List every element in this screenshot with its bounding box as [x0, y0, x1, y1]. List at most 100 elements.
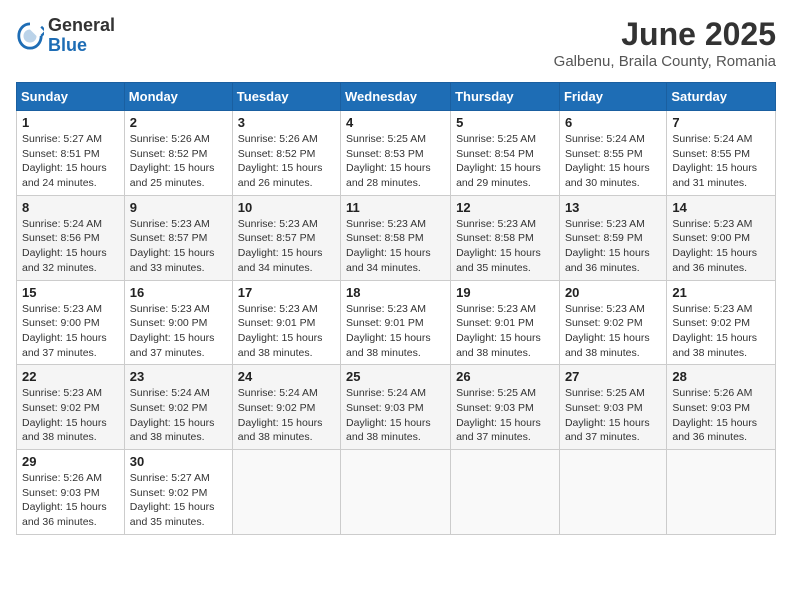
table-cell: 2 Sunrise: 5:26 AM Sunset: 8:52 PM Daylig… [124, 111, 232, 196]
day-info: Sunrise: 5:24 AM Sunset: 9:02 PM Dayligh… [238, 386, 335, 445]
table-cell [451, 450, 560, 535]
day-info: Sunrise: 5:23 AM Sunset: 9:01 PM Dayligh… [456, 302, 554, 361]
page-header: General Blue June 2025 Galbenu, Braila C… [16, 16, 776, 70]
col-sunday: Sunday [17, 83, 125, 111]
table-cell [559, 450, 666, 535]
table-cell: 7Sunrise: 5:24 AM Sunset: 8:55 PM Daylig… [667, 111, 776, 196]
day-number: 19 [456, 285, 554, 300]
table-cell [341, 450, 451, 535]
day-number: 18 [346, 285, 445, 300]
table-cell: 22Sunrise: 5:23 AM Sunset: 9:02 PM Dayli… [17, 365, 125, 450]
day-info: Sunrise: 5:27 AM Sunset: 8:51 PM Dayligh… [22, 132, 119, 191]
table-cell: 4 Sunrise: 5:25 AM Sunset: 8:53 PM Daylig… [341, 111, 451, 196]
col-friday: Friday [559, 83, 666, 111]
day-number: 17 [238, 285, 335, 300]
table-cell: 18 Sunrise: 5:23 AM Sunset: 9:01 PM Dayli… [341, 280, 451, 365]
day-info: Sunrise: 5:23 AM Sunset: 9:02 PM Dayligh… [565, 302, 661, 361]
table-cell: 15 Sunrise: 5:23 AM Sunset: 9:00 PM Dayli… [17, 280, 125, 365]
day-info: Sunrise: 5:23 AM Sunset: 9:01 PM Dayligh… [238, 302, 335, 361]
day-info: Sunrise: 5:24 AM Sunset: 8:55 PM Dayligh… [565, 132, 661, 191]
day-number: 30 [130, 454, 227, 469]
col-saturday: Saturday [667, 83, 776, 111]
table-cell: 17 Sunrise: 5:23 AM Sunset: 9:01 PM Dayli… [232, 280, 340, 365]
table-cell: 1Sunrise: 5:27 AM Sunset: 8:51 PM Daylig… [17, 111, 125, 196]
table-cell: 24 Sunrise: 5:24 AM Sunset: 9:02 PM Dayli… [232, 365, 340, 450]
col-monday: Monday [124, 83, 232, 111]
day-info: Sunrise: 5:23 AM Sunset: 9:00 PM Dayligh… [130, 302, 227, 361]
day-info: Sunrise: 5:23 AM Sunset: 8:57 PM Dayligh… [238, 217, 335, 276]
day-number: 25 [346, 369, 445, 384]
day-info: Sunrise: 5:25 AM Sunset: 9:03 PM Dayligh… [565, 386, 661, 445]
day-number: 28 [672, 369, 770, 384]
table-cell: 19 Sunrise: 5:23 AM Sunset: 9:01 PM Dayli… [451, 280, 560, 365]
day-info: Sunrise: 5:23 AM Sunset: 9:01 PM Dayligh… [346, 302, 445, 361]
day-number: 10 [238, 200, 335, 215]
table-cell: 3 Sunrise: 5:26 AM Sunset: 8:52 PM Daylig… [232, 111, 340, 196]
table-cell: 12 Sunrise: 5:23 AM Sunset: 8:58 PM Dayli… [451, 195, 560, 280]
table-cell: 23Sunrise: 5:24 AM Sunset: 9:02 PM Dayli… [124, 365, 232, 450]
col-tuesday: Tuesday [232, 83, 340, 111]
day-number: 15 [22, 285, 119, 300]
logo-general-text: General [48, 16, 115, 36]
table-cell: 29 Sunrise: 5:26 AM Sunset: 9:03 PM Dayli… [17, 450, 125, 535]
day-number: 5 [456, 115, 554, 130]
day-number: 3 [238, 115, 335, 130]
calendar-week-4: 22Sunrise: 5:23 AM Sunset: 9:02 PM Dayli… [17, 365, 776, 450]
table-cell [667, 450, 776, 535]
day-info: Sunrise: 5:24 AM Sunset: 8:55 PM Dayligh… [672, 132, 770, 191]
day-info: Sunrise: 5:23 AM Sunset: 8:58 PM Dayligh… [456, 217, 554, 276]
day-number: 24 [238, 369, 335, 384]
day-info: Sunrise: 5:25 AM Sunset: 8:54 PM Dayligh… [456, 132, 554, 191]
calendar-week-1: 1Sunrise: 5:27 AM Sunset: 8:51 PM Daylig… [17, 111, 776, 196]
day-number: 9 [130, 200, 227, 215]
day-number: 2 [130, 115, 227, 130]
table-cell: 28 Sunrise: 5:26 AM Sunset: 9:03 PM Dayli… [667, 365, 776, 450]
day-number: 29 [22, 454, 119, 469]
day-info: Sunrise: 5:26 AM Sunset: 8:52 PM Dayligh… [238, 132, 335, 191]
day-number: 23 [130, 369, 227, 384]
day-number: 11 [346, 200, 445, 215]
table-cell: 21 Sunrise: 5:23 AM Sunset: 9:02 PM Dayli… [667, 280, 776, 365]
day-info: Sunrise: 5:25 AM Sunset: 8:53 PM Dayligh… [346, 132, 445, 191]
month-title: June 2025 [554, 16, 776, 53]
col-wednesday: Wednesday [341, 83, 451, 111]
table-cell: 20 Sunrise: 5:23 AM Sunset: 9:02 PM Dayli… [559, 280, 666, 365]
day-number: 6 [565, 115, 661, 130]
day-number: 8 [22, 200, 119, 215]
col-thursday: Thursday [451, 83, 560, 111]
day-info: Sunrise: 5:24 AM Sunset: 8:56 PM Dayligh… [22, 217, 119, 276]
calendar-header-row: Sunday Monday Tuesday Wednesday Thursday… [17, 83, 776, 111]
table-cell: 8 Sunrise: 5:24 AM Sunset: 8:56 PM Daylig… [17, 195, 125, 280]
day-info: Sunrise: 5:23 AM Sunset: 9:00 PM Dayligh… [672, 217, 770, 276]
table-cell: 16 Sunrise: 5:23 AM Sunset: 9:00 PM Dayli… [124, 280, 232, 365]
table-cell: 30 Sunrise: 5:27 AM Sunset: 9:02 PM Dayli… [124, 450, 232, 535]
day-info: Sunrise: 5:26 AM Sunset: 8:52 PM Dayligh… [130, 132, 227, 191]
title-section: June 2025 Galbenu, Braila County, Romani… [554, 16, 776, 70]
day-info: Sunrise: 5:23 AM Sunset: 8:59 PM Dayligh… [565, 217, 661, 276]
day-number: 12 [456, 200, 554, 215]
day-number: 27 [565, 369, 661, 384]
day-info: Sunrise: 5:27 AM Sunset: 9:02 PM Dayligh… [130, 471, 227, 530]
table-cell: 6 Sunrise: 5:24 AM Sunset: 8:55 PM Daylig… [559, 111, 666, 196]
table-cell: 13 Sunrise: 5:23 AM Sunset: 8:59 PM Dayli… [559, 195, 666, 280]
day-info: Sunrise: 5:23 AM Sunset: 9:02 PM Dayligh… [22, 386, 119, 445]
logo-icon [16, 22, 44, 50]
day-info: Sunrise: 5:23 AM Sunset: 9:02 PM Dayligh… [672, 302, 770, 361]
day-info: Sunrise: 5:26 AM Sunset: 9:03 PM Dayligh… [22, 471, 119, 530]
day-number: 13 [565, 200, 661, 215]
day-number: 4 [346, 115, 445, 130]
day-number: 26 [456, 369, 554, 384]
day-info: Sunrise: 5:24 AM Sunset: 9:03 PM Dayligh… [346, 386, 445, 445]
location-title: Galbenu, Braila County, Romania [554, 53, 776, 70]
table-cell [232, 450, 340, 535]
table-cell: 11 Sunrise: 5:23 AM Sunset: 8:58 PM Dayli… [341, 195, 451, 280]
table-cell: 27 Sunrise: 5:25 AM Sunset: 9:03 PM Dayli… [559, 365, 666, 450]
calendar-week-5: 29 Sunrise: 5:26 AM Sunset: 9:03 PM Dayli… [17, 450, 776, 535]
day-number: 20 [565, 285, 661, 300]
logo: General Blue [16, 16, 115, 56]
day-info: Sunrise: 5:26 AM Sunset: 9:03 PM Dayligh… [672, 386, 770, 445]
day-info: Sunrise: 5:23 AM Sunset: 8:58 PM Dayligh… [346, 217, 445, 276]
day-info: Sunrise: 5:23 AM Sunset: 9:00 PM Dayligh… [22, 302, 119, 361]
day-number: 16 [130, 285, 227, 300]
day-number: 21 [672, 285, 770, 300]
